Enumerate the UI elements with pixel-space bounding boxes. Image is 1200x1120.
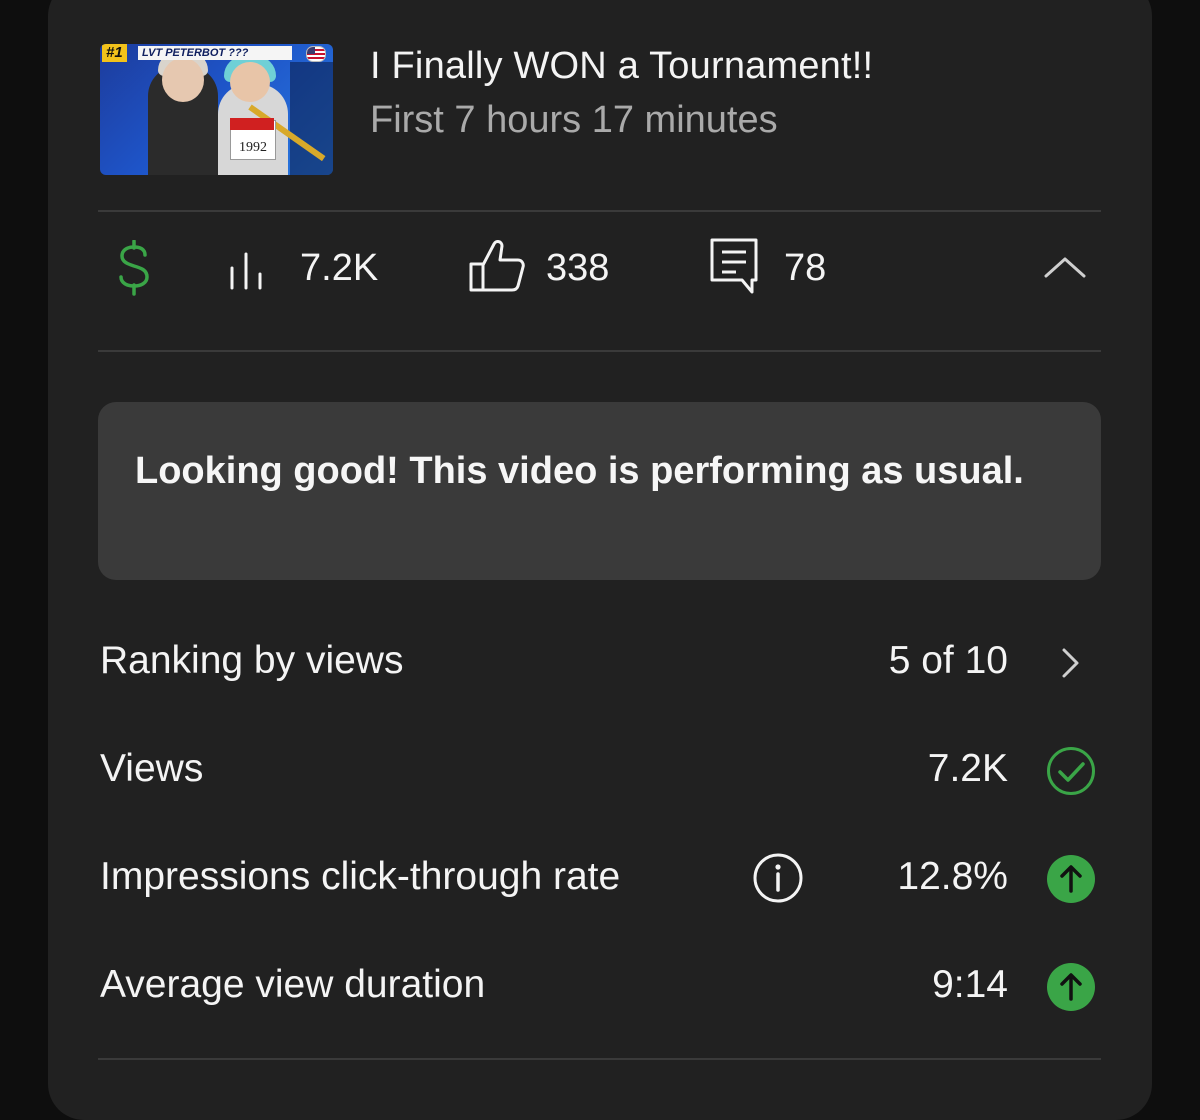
metric-value: 12.8%: [897, 855, 1008, 898]
metric-label: Views: [100, 747, 204, 790]
thumbnail-rank-badge: #1: [102, 44, 127, 62]
chevron-up-icon[interactable]: [1044, 256, 1086, 280]
dollar-icon[interactable]: [112, 240, 156, 296]
views-count: 7.2K: [300, 247, 379, 289]
performance-message: Looking good! This video is performing a…: [98, 402, 1101, 580]
arrow-up-circle-icon: [1047, 963, 1095, 1011]
check-circle-icon: [1047, 747, 1095, 795]
metric-row-ctr[interactable]: Impressions click-through rate 12.8%: [100, 848, 1100, 908]
metric-value: 7.2K: [927, 747, 1008, 790]
bar-chart-icon: [230, 252, 262, 290]
thumbnail-character-right-head: [230, 62, 270, 102]
metric-label: Impressions click-through rate: [100, 855, 621, 898]
metric-value: 5 of 10: [888, 639, 1008, 682]
performance-message-text: Looking good! This video is performing a…: [135, 450, 1024, 492]
metric-label: Average view duration: [100, 963, 486, 1006]
video-title[interactable]: I Finally WON a Tournament!!: [370, 44, 873, 88]
video-thumbnail[interactable]: 1992 #1 LVT PETERBOT ???: [100, 44, 333, 175]
divider: [98, 350, 1101, 352]
like-icon[interactable]: [468, 238, 526, 294]
chevron-right-icon[interactable]: [1046, 638, 1096, 688]
metric-label: Ranking by views: [100, 639, 404, 682]
likes-count: 338: [546, 247, 610, 289]
metric-row-ranking[interactable]: Ranking by views 5 of 10: [100, 632, 1100, 692]
thumbnail-bib-top: [230, 118, 274, 130]
thumbnail-character-left-head: [162, 58, 204, 102]
video-card: 1992 #1 LVT PETERBOT ??? I Finally WON a…: [48, 0, 1152, 1120]
stats-row: 7.2K 338 78: [98, 216, 1101, 316]
metric-row-avg-duration[interactable]: Average view duration 9:14: [100, 956, 1100, 1016]
thumbnail-leaderboard: [290, 62, 333, 175]
video-time-window: First 7 hours 17 minutes: [370, 99, 778, 141]
us-flag-icon: [306, 46, 326, 62]
thumbnail-banner: LVT PETERBOT ???: [138, 46, 292, 60]
info-icon[interactable]: [752, 852, 804, 904]
metric-row-views[interactable]: Views 7.2K: [100, 740, 1100, 800]
video-header[interactable]: 1992 #1 LVT PETERBOT ??? I Finally WON a…: [100, 44, 1100, 176]
arrow-up-circle-icon: [1047, 855, 1095, 903]
comments-count: 78: [784, 247, 827, 289]
metric-value: 9:14: [932, 963, 1008, 1006]
comments-icon[interactable]: [708, 236, 760, 296]
divider: [98, 1058, 1101, 1060]
divider: [98, 210, 1101, 212]
